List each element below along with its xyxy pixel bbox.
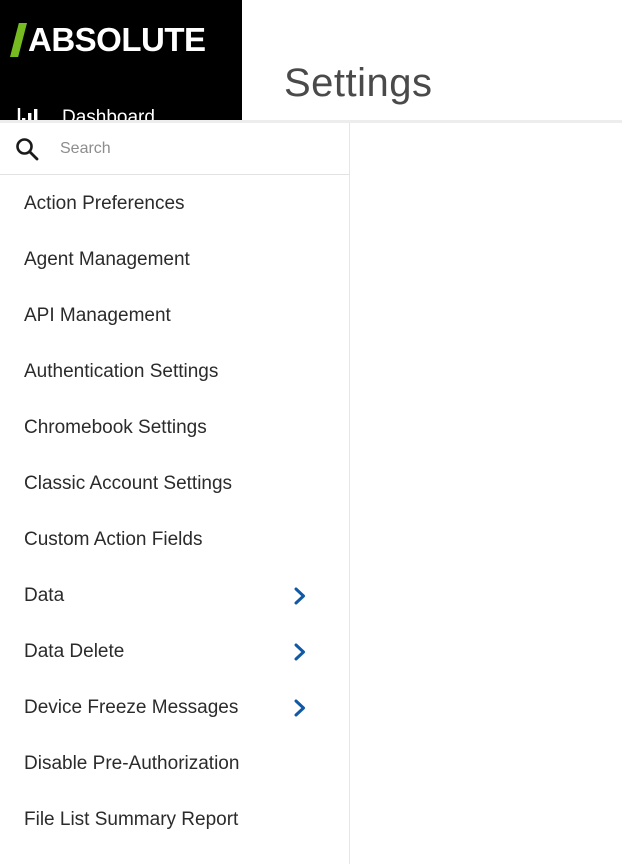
list-item[interactable]: Chromebook Settings <box>0 400 349 456</box>
list-item[interactable]: Custom Action Fields <box>0 512 349 568</box>
list-item-label: Data Delete <box>24 641 125 662</box>
chevron-right-icon[interactable] <box>293 587 307 605</box>
settings-menu-panel: Action Preferences Agent Management API … <box>0 120 349 864</box>
list-item-label: Disable Pre-Authorization <box>24 753 240 774</box>
header-divider <box>349 120 622 123</box>
list-item[interactable]: Agent Management <box>0 232 349 288</box>
settings-menu-list[interactable]: Action Preferences Agent Management API … <box>0 176 349 864</box>
list-item-label: Device Freeze Messages <box>24 697 239 718</box>
list-item-label: Classic Account Settings <box>24 473 233 494</box>
list-item[interactable]: Data Delete <box>0 624 349 680</box>
list-item-label: Agent Management <box>24 249 190 270</box>
list-item[interactable]: Authentication Settings <box>0 344 349 400</box>
logo-slash-icon <box>10 23 27 57</box>
logo-wordmark: ABSOLUTE <box>28 21 206 58</box>
list-item[interactable]: File List Summary Report <box>0 792 349 848</box>
app-window: ABSOLUTE Dashboard Assets <box>0 0 622 864</box>
list-item-label: Authentication Settings <box>24 361 219 382</box>
list-item-label: Chromebook Settings <box>24 417 207 438</box>
page-title: Settings <box>284 61 433 105</box>
chevron-right-icon[interactable] <box>293 699 307 717</box>
list-item-label: API Management <box>24 305 171 326</box>
list-item[interactable]: API Management <box>0 288 349 344</box>
search-bar[interactable] <box>0 123 349 175</box>
scrollbar-track[interactable] <box>573 175 589 864</box>
list-item[interactable]: Classic Account Settings <box>0 456 349 512</box>
search-icon <box>16 137 39 160</box>
list-item-label: Action Preferences <box>24 193 185 214</box>
list-item[interactable]: Device Freeze Messages <box>0 680 349 736</box>
list-item-label: Data <box>24 585 65 606</box>
panel-divider <box>349 123 350 864</box>
list-item[interactable]: Data <box>0 568 349 624</box>
search-input[interactable] <box>60 139 300 158</box>
list-item-label: File List Summary Report <box>24 809 239 830</box>
list-item-label: Custom Action Fields <box>24 529 203 550</box>
absolute-logo[interactable]: ABSOLUTE <box>0 18 242 62</box>
list-item[interactable]: Disable Pre-Authorization <box>0 736 349 792</box>
list-item[interactable]: Action Preferences <box>0 176 349 232</box>
chevron-right-icon[interactable] <box>293 643 307 661</box>
